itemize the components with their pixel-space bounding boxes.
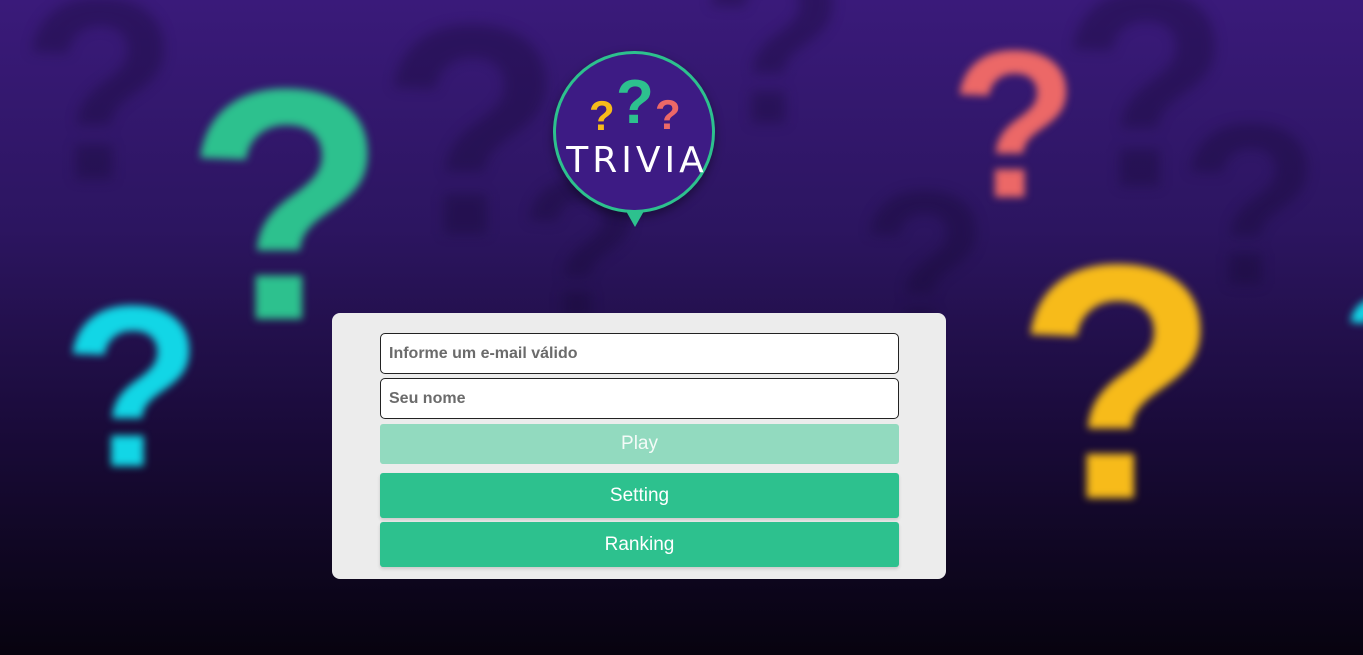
logo-text: TRIVIA bbox=[566, 140, 708, 181]
logo-pointer bbox=[626, 211, 644, 227]
question-mark-icon: ? bbox=[700, 0, 847, 174]
question-mark-icon: ? bbox=[1015, 195, 1220, 569]
question-mark-icon: ? bbox=[616, 68, 654, 137]
question-mark-icon: ? bbox=[62, 258, 203, 515]
question-mark-icon: ? bbox=[1345, 280, 1363, 400]
question-mark-icon: ? bbox=[655, 91, 681, 138]
setting-button[interactable]: Setting bbox=[380, 473, 899, 518]
logo-badge: ? ? ? TRIVIA bbox=[553, 51, 715, 213]
trivia-logo-icon: ? ? ? TRIVIA bbox=[553, 51, 715, 229]
ranking-button[interactable]: Ranking bbox=[380, 522, 899, 567]
login-card: Play Setting Ranking bbox=[332, 313, 946, 579]
question-mark-icon: ? bbox=[589, 92, 615, 139]
email-input[interactable] bbox=[380, 333, 899, 374]
name-input[interactable] bbox=[380, 378, 899, 419]
question-mark-icon: ? bbox=[20, 0, 179, 235]
play-button[interactable]: Play bbox=[380, 424, 899, 464]
